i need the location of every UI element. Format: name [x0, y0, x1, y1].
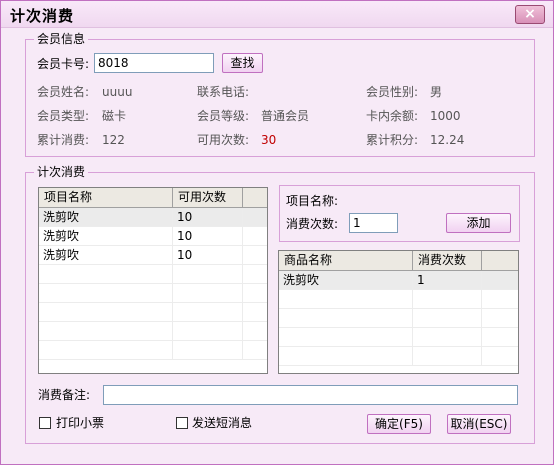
goods-col-count-header[interactable]: 消费次数	[413, 251, 482, 271]
table-cell: 洗剪吹	[39, 227, 173, 245]
member-name-label: 会员姓名:	[37, 85, 90, 99]
items-col-name-header[interactable]: 项目名称	[39, 188, 173, 208]
gender-value: 男	[430, 85, 443, 99]
table-row[interactable]: 洗剪吹 1	[279, 271, 518, 290]
table-cell: 10	[173, 227, 243, 245]
card-number-label: 会员卡号:	[37, 57, 90, 71]
table-cell: 洗剪吹	[279, 271, 413, 289]
points-label: 累计积分:	[366, 133, 419, 147]
send-sms-checkbox[interactable]	[176, 417, 188, 429]
member-level-label: 会员等级:	[197, 109, 250, 123]
dialog-window: 计次消费 × 会员信息 会员卡号: 8018 查找 会员姓名: uuuu 联系电…	[0, 0, 554, 465]
table-cell: 洗剪吹	[39, 208, 173, 226]
items-col-times-header[interactable]: 可用次数	[173, 188, 243, 208]
balance-value: 1000	[430, 109, 461, 123]
member-type-value: 磁卡	[102, 109, 127, 123]
items-table[interactable]: 项目名称 可用次数 洗剪吹 10 洗剪吹 10 洗剪吹 10	[38, 187, 268, 374]
remark-input[interactable]	[103, 385, 518, 405]
window-title: 计次消费	[10, 7, 75, 25]
consume-count-label: 消费次数:	[286, 217, 339, 231]
available-times-value: 30	[261, 133, 277, 147]
table-cell: 10	[173, 208, 243, 226]
total-consume-label: 累计消费:	[37, 133, 90, 147]
add-button[interactable]: 添加	[446, 213, 511, 233]
consume-count-value: 1	[353, 216, 361, 230]
table-row[interactable]: 洗剪吹 10	[39, 208, 267, 227]
print-receipt-label[interactable]: 打印小票	[56, 415, 104, 431]
items-table-header: 项目名称 可用次数	[39, 188, 267, 208]
gender-label: 会员性别:	[366, 85, 419, 99]
balance-label: 卡内余额:	[366, 109, 419, 123]
card-number-value: 8018	[98, 56, 129, 70]
cancel-button[interactable]: 取消(ESC)	[447, 414, 511, 434]
goods-col-name-header[interactable]: 商品名称	[279, 251, 413, 271]
table-cell: 1	[413, 271, 482, 289]
phone-label: 联系电话:	[197, 85, 250, 99]
goods-table[interactable]: 商品名称 消费次数 洗剪吹 1	[278, 250, 519, 374]
card-number-input[interactable]: 8018	[94, 53, 214, 73]
consume-count-input[interactable]: 1	[349, 213, 398, 233]
points-value: 12.24	[430, 133, 465, 147]
project-name-label: 项目名称:	[286, 194, 339, 208]
count-consume-title: 计次消费	[34, 165, 89, 179]
table-row[interactable]: 洗剪吹 10	[39, 227, 267, 246]
total-consume-value: 122	[102, 133, 125, 147]
print-receipt-checkbox[interactable]	[39, 417, 51, 429]
member-info-title: 会员信息	[34, 32, 89, 46]
table-row[interactable]: 洗剪吹 10	[39, 246, 267, 265]
close-icon: ×	[524, 6, 536, 22]
member-level-value: 普通会员	[261, 109, 310, 123]
remark-label: 消费备注:	[38, 388, 91, 402]
table-cell: 10	[173, 246, 243, 264]
member-type-label: 会员类型:	[37, 109, 90, 123]
close-button[interactable]: ×	[515, 5, 545, 24]
title-bar[interactable]: 计次消费 ×	[1, 1, 553, 28]
member-name-value: uuuu	[102, 85, 133, 99]
goods-table-header: 商品名称 消费次数	[279, 251, 518, 271]
available-times-label: 可用次数:	[197, 133, 250, 147]
send-sms-label[interactable]: 发送短消息	[192, 415, 252, 431]
find-button[interactable]: 查找	[222, 53, 263, 73]
table-cell: 洗剪吹	[39, 246, 173, 264]
confirm-button[interactable]: 确定(F5)	[367, 414, 431, 434]
